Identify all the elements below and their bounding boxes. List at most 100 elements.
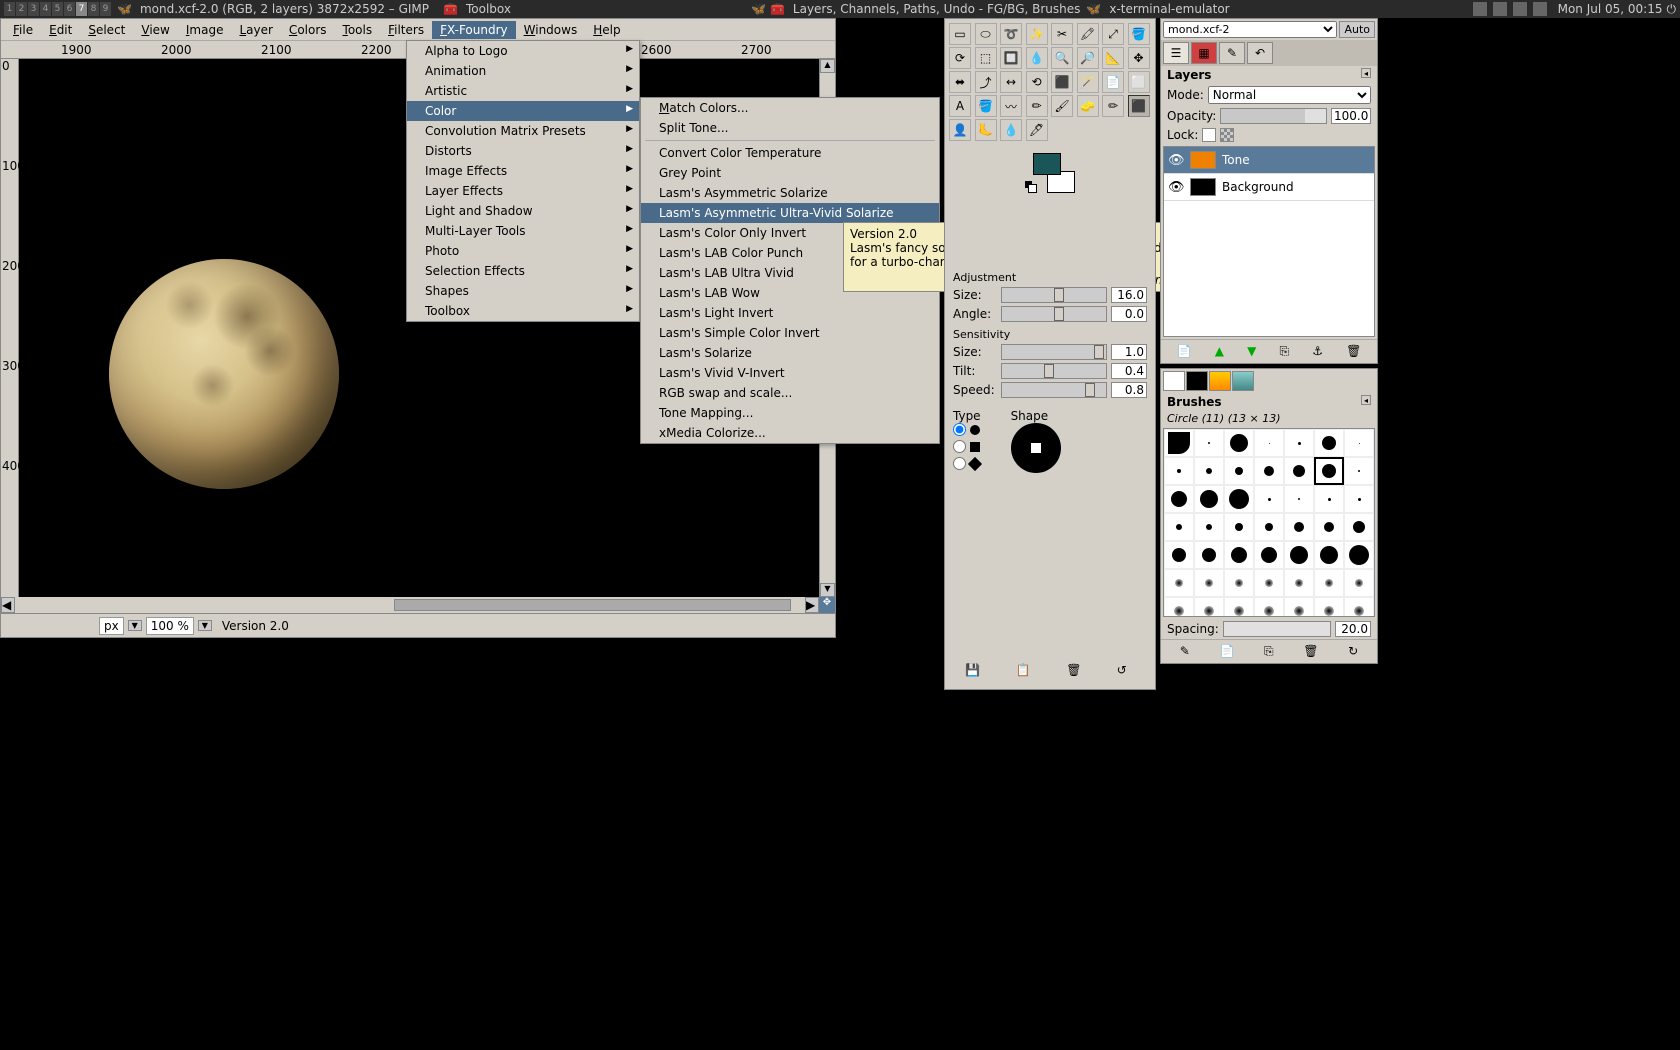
menu-fx-foundry[interactable]: FX-Foundry	[432, 21, 516, 39]
brush-item[interactable]	[1254, 429, 1284, 457]
new-brush-icon[interactable]: 📄	[1219, 644, 1234, 659]
brush-item[interactable]	[1344, 569, 1374, 597]
fx-item[interactable]: Convolution Matrix Presets▶	[407, 121, 639, 141]
channels-tab-icon[interactable]: ▦	[1191, 42, 1217, 64]
image-selector[interactable]: mond.xcf-2	[1163, 21, 1337, 38]
color-item[interactable]: xMedia Colorize...	[641, 423, 939, 443]
tool-9[interactable]: ⬚	[975, 47, 997, 69]
brush-item[interactable]	[1224, 597, 1254, 617]
brush-tab-4[interactable]	[1232, 371, 1254, 391]
tool-27[interactable]: ✏	[1026, 95, 1048, 117]
brush-tab-2[interactable]	[1186, 371, 1208, 391]
color-item[interactable]: Lasm's Asymmetric Solarize	[641, 183, 939, 203]
fg-bg-color[interactable]	[1025, 153, 1075, 193]
color-item[interactable]: Grey Point	[641, 163, 939, 183]
tool-21[interactable]: 🪄	[1077, 71, 1099, 93]
reset-icon[interactable]: ↺	[1117, 663, 1135, 681]
fx-item[interactable]: Photo▶	[407, 241, 639, 261]
menu-view[interactable]: View	[133, 21, 177, 39]
tool-4[interactable]: ✂	[1051, 23, 1073, 45]
brush-tab-1[interactable]	[1163, 371, 1185, 391]
color-item[interactable]: Split Tone...	[641, 118, 939, 138]
brush-item[interactable]	[1284, 569, 1314, 597]
raise-layer-icon[interactable]: ▲	[1215, 344, 1224, 359]
type-radio-3[interactable]	[953, 457, 981, 470]
brush-item[interactable]	[1164, 429, 1194, 457]
menu-layer[interactable]: Layer	[231, 21, 280, 39]
brush-item[interactable]	[1344, 597, 1374, 617]
zoom-dropdown-icon[interactable]: ▼	[198, 620, 212, 631]
tool-11[interactable]: 💧	[1026, 47, 1048, 69]
brush-item[interactable]	[1344, 541, 1374, 569]
tool-34[interactable]: 💧	[1000, 119, 1022, 141]
tool-22[interactable]: 📄	[1102, 71, 1124, 93]
layers-tab-icon[interactable]: ☰	[1163, 42, 1189, 64]
brush-item[interactable]	[1284, 457, 1314, 485]
duplicate-layer-icon[interactable]: ⎘	[1279, 344, 1289, 359]
tool-32[interactable]: 👤	[949, 119, 971, 141]
color-item[interactable]: RGB swap and scale...	[641, 383, 939, 403]
brush-item[interactable]	[1194, 513, 1224, 541]
tray-icon[interactable]	[1473, 2, 1487, 16]
taskbar-title-3[interactable]: Layers, Channels, Paths, Undo - FG/BG, B…	[793, 2, 1081, 16]
tool-23[interactable]: ⬜	[1128, 71, 1150, 93]
delete-icon[interactable]: 🗑	[1066, 663, 1084, 681]
color-item[interactable]: Match Colors...	[641, 98, 939, 118]
tool-8[interactable]: ⟳	[949, 47, 971, 69]
default-colors-icon[interactable]	[1025, 181, 1037, 193]
panel-menu-icon[interactable]: ◂	[1361, 395, 1371, 405]
brush-item[interactable]	[1284, 485, 1314, 513]
angle-value[interactable]: 0.0	[1111, 306, 1147, 322]
brush-item[interactable]	[1254, 569, 1284, 597]
tool-24[interactable]: A	[949, 95, 971, 117]
type-radio-1[interactable]	[953, 423, 981, 436]
brush-item[interactable]	[1254, 597, 1284, 617]
size-value[interactable]: 16.0	[1111, 287, 1147, 303]
undo-tab-icon[interactable]: ↶	[1247, 42, 1273, 64]
color-item[interactable]: Convert Color Temperature	[641, 143, 939, 163]
tool-12[interactable]: 🔍	[1051, 47, 1073, 69]
tool-17[interactable]: ⤴	[975, 71, 997, 93]
type-radio-2[interactable]	[953, 440, 981, 453]
taskbar-title-1[interactable]: mond.xcf-2.0 (RGB, 2 layers) 3872x2592 –…	[140, 2, 429, 16]
brush-item[interactable]	[1284, 513, 1314, 541]
tool-16[interactable]: ⬌	[949, 71, 971, 93]
paths-tab-icon[interactable]: ✎	[1219, 42, 1245, 64]
delete-layer-icon[interactable]: 🗑	[1346, 344, 1361, 359]
toolbox-bottom-icons[interactable]: 💾 📋 🗑 ↺	[945, 659, 1155, 685]
fx-item[interactable]: Selection Effects▶	[407, 261, 639, 281]
fx-item[interactable]: Color▶	[407, 101, 639, 121]
tool-2[interactable]: ➰	[1000, 23, 1022, 45]
color-item[interactable]: Lasm's Vivid V-Invert	[641, 363, 939, 383]
brush-item[interactable]	[1254, 457, 1284, 485]
tool-30[interactable]: ✏	[1102, 95, 1124, 117]
brush-item[interactable]	[1314, 513, 1344, 541]
size-slider[interactable]	[1001, 287, 1107, 303]
menu-edit[interactable]: Edit	[41, 21, 80, 39]
brush-item[interactable]	[1314, 541, 1344, 569]
brush-item[interactable]	[1194, 569, 1224, 597]
brush-item[interactable]	[1344, 485, 1374, 513]
tool-18[interactable]: ↔	[1000, 71, 1022, 93]
brush-item[interactable]	[1314, 485, 1344, 513]
taskbar-title-4[interactable]: x-terminal-emulator	[1109, 2, 1229, 16]
brush-item[interactable]	[1224, 513, 1254, 541]
brush-item[interactable]	[1254, 541, 1284, 569]
menu-tools[interactable]: Tools	[335, 21, 381, 39]
spacing-slider[interactable]	[1223, 621, 1331, 637]
tool-29[interactable]: 🧽	[1077, 95, 1099, 117]
ruler-vertical[interactable]: 0100200300400	[1, 59, 19, 597]
brush-item[interactable]	[1284, 429, 1314, 457]
brush-item[interactable]	[1164, 513, 1194, 541]
layer-item[interactable]: 👁Tone	[1164, 147, 1374, 174]
menu-image[interactable]: Image	[178, 21, 232, 39]
speed-slider[interactable]	[1001, 382, 1107, 398]
menu-help[interactable]: Help	[585, 21, 628, 39]
angle-slider[interactable]	[1001, 306, 1107, 322]
menu-bar[interactable]: FileEditSelectViewImageLayerColorsToolsF…	[1, 19, 835, 41]
brush-item[interactable]	[1254, 513, 1284, 541]
brush-item[interactable]	[1224, 457, 1254, 485]
fx-foundry-menu[interactable]: Alpha to Logo▶Animation▶Artistic▶Color▶C…	[406, 40, 640, 322]
fx-item[interactable]: Layer Effects▶	[407, 181, 639, 201]
save-icon[interactable]: 💾	[965, 663, 983, 681]
